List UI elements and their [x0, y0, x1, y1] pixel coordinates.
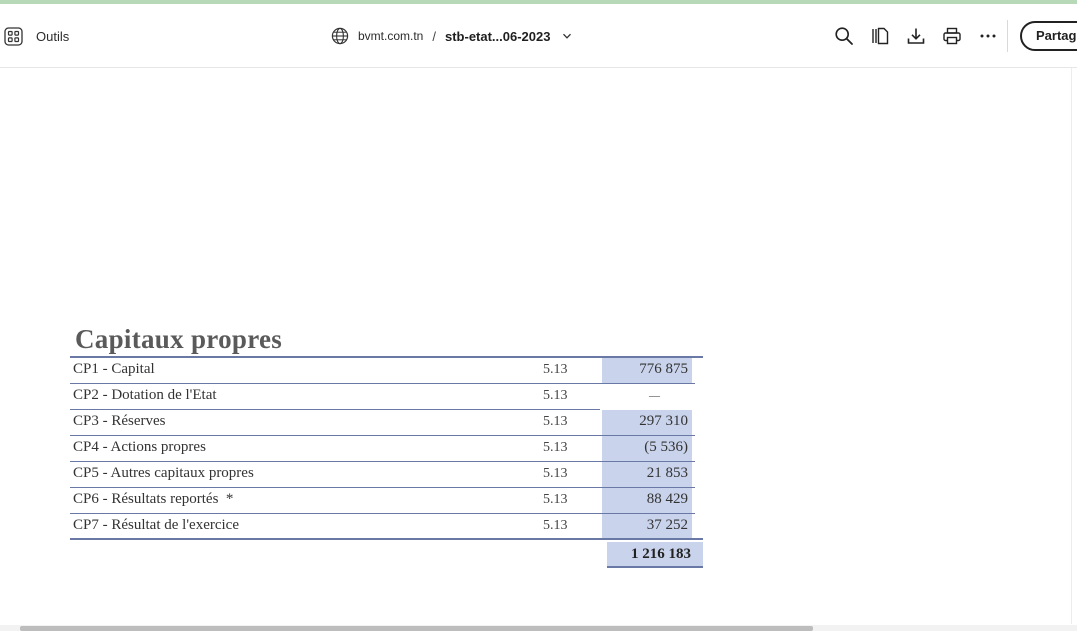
total-cell: 1 216 183: [607, 542, 703, 568]
toolbar: Outils bvmt.com.tn / stb-etat...06-2023: [0, 4, 1077, 68]
section-heading: Capitaux propres: [75, 324, 283, 354]
row-value: 88 429: [646, 491, 688, 507]
table-row: CP4 - Actions propres 5.13 (5 536): [70, 436, 695, 462]
toolbar-divider: [1007, 20, 1008, 52]
row-value: 21 853: [646, 465, 688, 481]
row-note: 5.13: [543, 466, 568, 481]
horizontal-scrollbar-thumb[interactable]: [20, 626, 813, 631]
row-label: CP2 - Dotation de l'Etat: [73, 387, 217, 403]
value-cell: 37 252: [602, 514, 692, 540]
row-label: CP4 - Actions propres: [73, 439, 206, 455]
value-cell: 297 310: [602, 410, 692, 436]
search-icon[interactable]: [833, 25, 855, 47]
page-view-icon[interactable]: [869, 25, 891, 47]
row-label: CP7 - Résultat de l'exercice: [73, 517, 239, 533]
site-domain[interactable]: bvmt.com.tn: [358, 29, 423, 43]
row-label: CP5 - Autres capitaux propres: [73, 465, 254, 481]
row-label: CP3 - Réserves: [73, 413, 166, 429]
tools-label: Outils: [36, 28, 70, 44]
breadcrumb: bvmt.com.tn / stb-etat...06-2023: [331, 23, 572, 49]
value-cell: —: [602, 384, 692, 410]
row-rule: [70, 538, 703, 540]
globe-icon: [331, 27, 349, 45]
value-cell: (5 536): [602, 436, 692, 462]
table-row: CP6 - Résultats reportés * 5.13 88 429: [70, 488, 695, 514]
row-note: 5.13: [543, 492, 568, 507]
breadcrumb-separator: /: [432, 28, 436, 44]
row-value: 297 310: [639, 413, 688, 429]
row-note: 5.13: [543, 388, 568, 403]
table-row: CP2 - Dotation de l'Etat 5.13 —: [70, 384, 695, 410]
tools-button[interactable]: Outils: [4, 22, 69, 50]
row-value: 776 875: [639, 361, 688, 377]
value-cell: 88 429: [602, 488, 692, 514]
more-icon[interactable]: [977, 25, 999, 47]
total-value: 1 216 183: [631, 546, 691, 562]
table-row: CP1 - Capital 5.13 776 875: [70, 358, 695, 384]
row-label: CP6 - Résultats reportés *: [73, 491, 234, 507]
row-value: 37 252: [646, 517, 688, 533]
vertical-scrollbar-track[interactable]: [1071, 68, 1072, 624]
share-button[interactable]: Partager: [1020, 21, 1077, 51]
row-label: CP1 - Capital: [73, 361, 155, 377]
grid-icon: [4, 26, 23, 46]
row-note: 5.13: [543, 362, 568, 377]
table-row: CP5 - Autres capitaux propres 5.13 21 85…: [70, 462, 695, 488]
value-cell: 776 875: [602, 358, 692, 384]
row-value: —: [649, 390, 660, 402]
value-cell: 21 853: [602, 462, 692, 488]
row-note: 5.13: [543, 440, 568, 455]
chevron-down-icon[interactable]: [562, 31, 572, 41]
download-icon[interactable]: [905, 25, 927, 47]
row-note: 5.13: [543, 414, 568, 429]
file-name: stb-etat...06-2023: [444, 28, 551, 44]
print-icon[interactable]: [941, 25, 963, 47]
document-viewport: Capitaux propres CP1 - Capital 5.13 776 …: [0, 68, 1077, 624]
table-row: CP3 - Réserves 5.13 297 310: [70, 410, 695, 436]
table-row: CP7 - Résultat de l'exercice 5.13 37 252: [70, 514, 703, 540]
row-note: 5.13: [543, 518, 568, 533]
row-value: (5 536): [644, 439, 688, 455]
